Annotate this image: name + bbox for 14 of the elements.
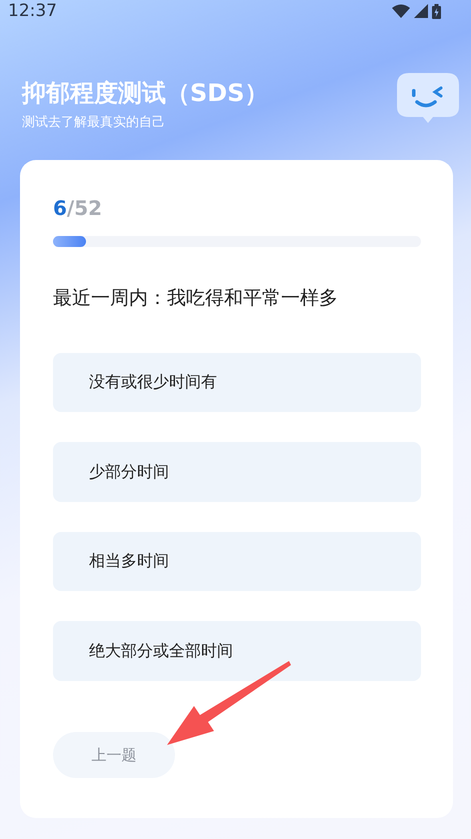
answer-option[interactable]: 没有或很少时间有	[53, 352, 421, 412]
wifi-icon	[392, 4, 410, 18]
answer-option[interactable]: 绝大部分或全部时间	[53, 621, 421, 682]
signal-icon	[414, 4, 428, 18]
answer-option[interactable]: 相当多时间	[53, 532, 421, 592]
total-number: /52	[66, 196, 102, 220]
page-title: 抑郁程度测试（SDS）	[22, 78, 268, 109]
answer-option[interactable]: 少部分时间	[53, 442, 421, 502]
chat-bubble-face-icon	[397, 73, 459, 125]
question-text: 最近一周内：我吃得和平常一样多	[53, 286, 339, 311]
status-time: 12:37	[8, 1, 57, 21]
battery-icon	[432, 4, 441, 18]
current-number: 6	[53, 196, 67, 220]
page-subtitle: 测试去了解最真实的自己	[22, 114, 166, 131]
